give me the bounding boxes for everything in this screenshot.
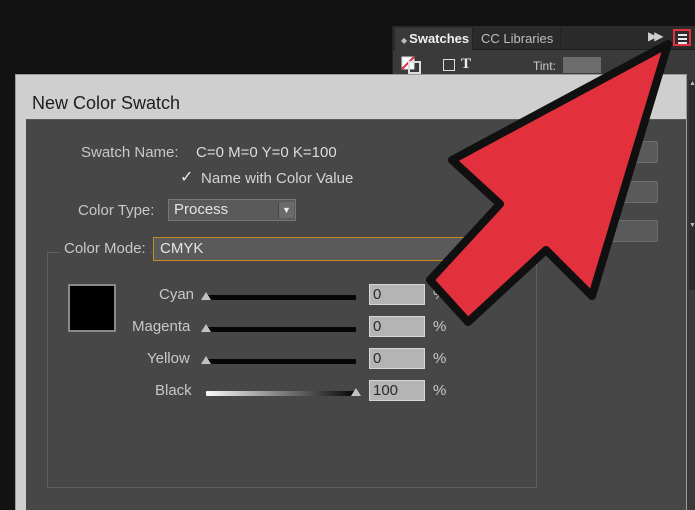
dialog-title: New Color Swatch xyxy=(32,93,181,113)
cyan-input[interactable]: 0 xyxy=(369,284,425,305)
color-mode-value: CMYK xyxy=(160,240,204,257)
yellow-percent: % xyxy=(433,350,447,367)
magenta-slider[interactable] xyxy=(206,327,356,332)
color-mode-label: Color Mode: xyxy=(60,240,150,257)
magenta-input[interactable]: 0 xyxy=(369,316,425,337)
cyan-slider-thumb[interactable] xyxy=(201,292,211,300)
tint-label: Tint: xyxy=(533,59,556,73)
tab-swatches-label: Swatches xyxy=(409,31,470,46)
collapse-panel-icon[interactable]: ▶▶ xyxy=(648,29,664,43)
name-with-color-value-checkbox[interactable]: ✓ xyxy=(180,169,196,186)
color-mode-select[interactable]: CMYK xyxy=(153,237,473,261)
color-preview-swatch xyxy=(68,284,116,332)
cyan-slider[interactable] xyxy=(206,295,356,300)
color-type-value: Process xyxy=(174,201,229,218)
menu-line-icon xyxy=(678,34,687,36)
black-slider[interactable] xyxy=(206,391,356,396)
new-color-swatch-dialog: New Color Swatch Swatch Name: C=0 M=0 Y=… xyxy=(15,74,687,510)
scroll-down-icon[interactable]: ▼ xyxy=(689,222,695,229)
magenta-percent: % xyxy=(433,318,447,335)
yellow-label: Yellow xyxy=(147,350,190,367)
color-mode-group xyxy=(47,252,537,488)
menu-line-icon xyxy=(678,42,687,44)
magenta-label: Magenta xyxy=(132,318,191,335)
formatting-text-icon[interactable]: T xyxy=(461,56,471,73)
chevron-down-icon[interactable]: ▼ xyxy=(278,202,294,218)
scroll-up-icon[interactable]: ▲ xyxy=(689,80,695,87)
color-type-label: Color Type: xyxy=(78,202,155,219)
panel-menu-button[interactable] xyxy=(673,29,691,46)
yellow-slider[interactable] xyxy=(206,359,356,364)
black-input[interactable]: 100 xyxy=(369,380,425,401)
tab-cc-libraries-label: CC Libraries xyxy=(481,31,554,46)
add-button[interactable] xyxy=(540,220,658,242)
swatch-name-value: C=0 M=0 Y=0 K=100 xyxy=(196,144,337,161)
tab-cc-libraries[interactable]: CC Libraries xyxy=(475,28,561,50)
fill-stroke-icon[interactable] xyxy=(401,56,423,74)
panel-tab-bar: ◆ Swatches CC Libraries ▶▶ xyxy=(393,26,695,50)
black-label: Black xyxy=(155,382,192,399)
ok-button[interactable] xyxy=(540,141,658,163)
name-with-color-value-label[interactable]: Name with Color Value xyxy=(201,170,353,187)
menu-line-icon xyxy=(678,38,687,40)
checkmark-icon: ✓ xyxy=(180,169,194,186)
cyan-label: Cyan xyxy=(159,286,195,303)
black-slider-thumb[interactable] xyxy=(351,388,361,396)
magenta-slider-thumb[interactable] xyxy=(201,324,211,332)
tab-swatches[interactable]: ◆ Swatches xyxy=(395,28,473,50)
color-type-select[interactable]: Process ▼ xyxy=(168,199,296,221)
tint-input[interactable] xyxy=(563,57,601,73)
yellow-input[interactable]: 0 xyxy=(369,348,425,369)
tab-grip-icon: ◆ xyxy=(401,36,408,45)
dialog-body: Swatch Name: C=0 M=0 Y=0 K=100 ✓ Name wi… xyxy=(26,119,686,510)
cancel-button[interactable] xyxy=(540,181,658,203)
yellow-slider-thumb[interactable] xyxy=(201,356,211,364)
cyan-percent: % xyxy=(433,286,447,303)
swatch-name-label: Swatch Name: xyxy=(81,144,179,161)
black-percent: % xyxy=(433,382,447,399)
formatting-container-icon[interactable] xyxy=(443,59,455,71)
panel-scrollbar[interactable] xyxy=(689,80,695,290)
